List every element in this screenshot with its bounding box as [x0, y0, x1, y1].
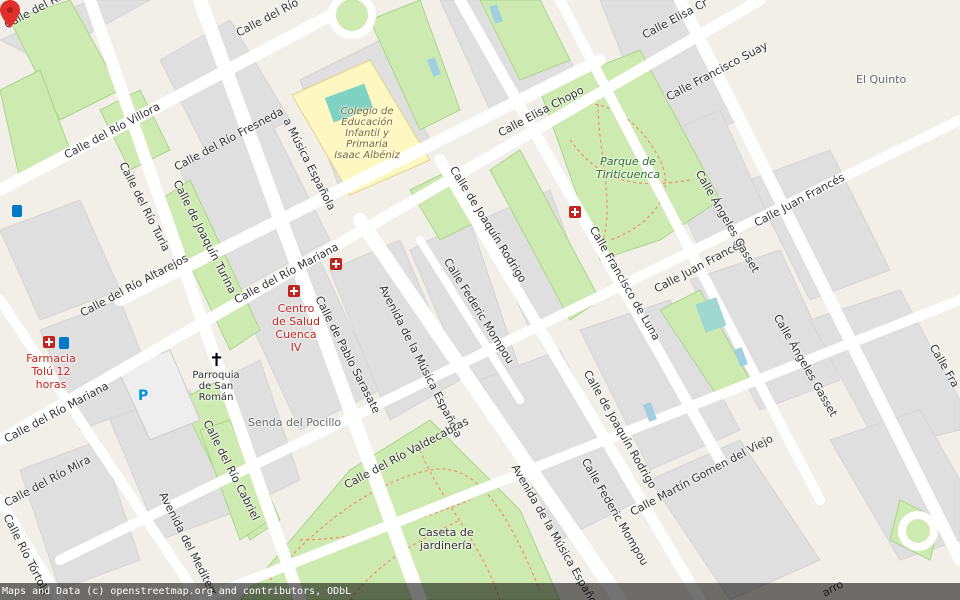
- health-cross-icon: [569, 206, 581, 218]
- pharmacy-label[interactable]: Farmacia Tolú 12 horas: [22, 352, 80, 391]
- school-label[interactable]: Colegio de Educación Infantil y Primaria…: [332, 106, 402, 161]
- pharmacy-icon: [43, 336, 55, 348]
- location-marker-icon[interactable]: [0, 0, 20, 28]
- church-label[interactable]: Parroquia de San Román: [188, 370, 244, 403]
- area-label: Senda del Pocillo: [248, 416, 342, 429]
- bus-stop-icon: [59, 337, 69, 349]
- bus-stop-icon: [12, 205, 22, 217]
- health-cross-icon: [330, 258, 342, 270]
- map-attribution: Maps and Data (c) openstreetmap.org and …: [0, 583, 960, 600]
- map-view[interactable]: P ✝ Calle del Río Villora Calle del Río …: [0, 0, 960, 600]
- health-center-label[interactable]: Centro de Salud Cuenca IV: [272, 302, 320, 354]
- caseta-label[interactable]: Caseta de jardinería: [408, 526, 484, 552]
- place-label-el-quinto: El Quinto: [856, 73, 907, 86]
- park-label[interactable]: Parque de Tiriticuenca: [588, 155, 668, 181]
- roundabout: [898, 511, 938, 551]
- church-icon: ✝: [209, 350, 224, 371]
- health-cross-icon: [288, 285, 300, 297]
- parking-icon: P: [138, 388, 148, 404]
- roundabout-top: [328, 0, 376, 39]
